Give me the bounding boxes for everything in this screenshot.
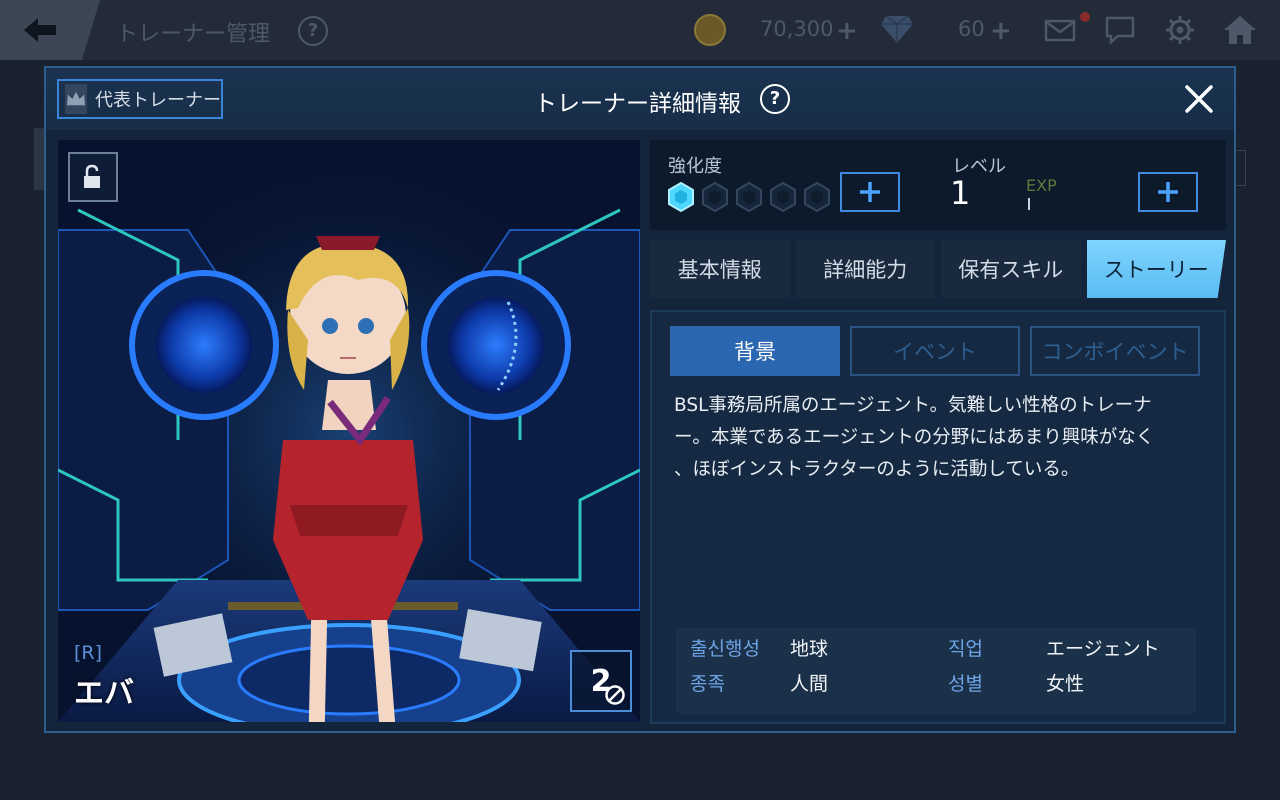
subtab-combo-event[interactable]: コンボイベント bbox=[1030, 326, 1200, 376]
job-label: 직업 bbox=[948, 638, 983, 660]
profile-table: 출신행성 地球 직업 エージェント 종족 人間 성별 女性 bbox=[676, 628, 1196, 714]
exp-label: EXP bbox=[1026, 176, 1057, 195]
close-icon[interactable] bbox=[1184, 84, 1214, 114]
hanger-disabled-icon bbox=[605, 685, 625, 705]
story-subtabs: 背景 イベント コンボイベント bbox=[670, 326, 1200, 376]
origin-label: 출신행성 bbox=[690, 638, 760, 660]
character-portrait: [R] エバ 2 bbox=[58, 140, 640, 722]
add-coins-button[interactable]: + bbox=[836, 18, 858, 44]
gem-amount: 60 bbox=[958, 17, 985, 41]
enhance-label: 強化度 bbox=[668, 156, 722, 177]
mail-icon[interactable] bbox=[1044, 14, 1076, 46]
enhance-gem-empty-icon bbox=[702, 182, 728, 212]
job-value: エージェント bbox=[1046, 638, 1160, 660]
dialog-header: 代表トレーナー トレーナー詳細情報 ? bbox=[46, 68, 1234, 130]
lock-toggle-button[interactable] bbox=[68, 152, 118, 202]
enhance-gem-filled-icon bbox=[668, 182, 694, 212]
home-icon[interactable] bbox=[1222, 14, 1258, 46]
coin-icon bbox=[694, 14, 726, 46]
dialog-title: トレーナー詳細情報 bbox=[534, 91, 741, 117]
tab-owned-skills[interactable]: 保有スキル bbox=[941, 240, 1081, 298]
character-name: エバ bbox=[74, 676, 134, 711]
rarity-label: [R] bbox=[74, 642, 103, 664]
story-text: BSL事務局所属のエージェント。気難しい性格のトレーナ ー。本業であるエージェン… bbox=[674, 390, 1204, 486]
page-help-icon[interactable]: ? bbox=[298, 16, 328, 46]
back-arrow-icon bbox=[24, 18, 56, 42]
enhance-gem-empty-icon bbox=[736, 182, 762, 212]
plus-icon bbox=[860, 182, 880, 202]
story-line: ー。本業であるエージェントの分野にはあまり興味がなく bbox=[674, 427, 1155, 448]
costume-count-button[interactable]: 2 bbox=[570, 650, 632, 712]
unlock-icon bbox=[84, 164, 100, 188]
tab-story[interactable]: ストーリー bbox=[1086, 240, 1226, 298]
page-title: トレーナー管理 bbox=[116, 22, 271, 47]
tab-detailed-ability[interactable]: 詳細能力 bbox=[795, 240, 935, 298]
gear-icon[interactable] bbox=[1164, 14, 1196, 46]
character-stage-illustration bbox=[58, 140, 640, 722]
story-line: 、ほぼインストラクターのように活動している。 bbox=[674, 459, 1080, 480]
trainer-detail-dialog: 代表トレーナー トレーナー詳細情報 ? [R] エバ 2 強化度 レベル 1 E… bbox=[44, 66, 1236, 733]
story-line: BSL事務局所属のエージェント。気難しい性格のトレーナ bbox=[674, 395, 1152, 416]
plus-icon bbox=[1158, 182, 1178, 202]
enhance-gem-empty-icon bbox=[804, 182, 830, 212]
back-button[interactable] bbox=[0, 0, 100, 60]
subtab-background[interactable]: 背景 bbox=[670, 326, 840, 376]
origin-value: 地球 bbox=[790, 638, 829, 660]
race-value: 人間 bbox=[790, 673, 829, 695]
level-value: 1 bbox=[950, 174, 971, 212]
trainer-stats-panel: 強化度 レベル 1 EXP bbox=[650, 140, 1226, 230]
story-panel: 背景 イベント コンボイベント BSL事務局所属のエージェント。気難しい性格のト… bbox=[650, 310, 1226, 724]
race-label: 종족 bbox=[690, 673, 725, 695]
enhance-gem-empty-icon bbox=[770, 182, 796, 212]
enhance-plus-button[interactable] bbox=[840, 172, 900, 212]
gem-icon bbox=[881, 15, 913, 43]
representative-trainer-button[interactable]: 代表トレーナー bbox=[57, 79, 223, 119]
exp-progress-bar bbox=[1028, 198, 1030, 210]
gender-value: 女性 bbox=[1046, 673, 1085, 695]
detail-tabs: 基本情報 詳細能力 保有スキル ストーリー bbox=[650, 240, 1226, 298]
mail-notification-dot bbox=[1080, 12, 1090, 22]
subtab-event[interactable]: イベント bbox=[850, 326, 1020, 376]
crown-icon bbox=[65, 84, 87, 114]
chat-icon[interactable] bbox=[1104, 14, 1136, 46]
coin-amount: 70,300 bbox=[760, 17, 834, 41]
gender-label: 성별 bbox=[948, 673, 983, 695]
add-gems-button[interactable]: + bbox=[990, 18, 1012, 44]
top-bar: トレーナー管理 ? 70,300 + 60 + bbox=[0, 0, 1280, 60]
representative-trainer-label: 代表トレーナー bbox=[95, 90, 221, 111]
enhance-gems bbox=[668, 182, 830, 212]
help-icon[interactable]: ? bbox=[760, 84, 790, 114]
level-plus-button[interactable] bbox=[1138, 172, 1198, 212]
tab-basic-info[interactable]: 基本情報 bbox=[650, 240, 790, 298]
